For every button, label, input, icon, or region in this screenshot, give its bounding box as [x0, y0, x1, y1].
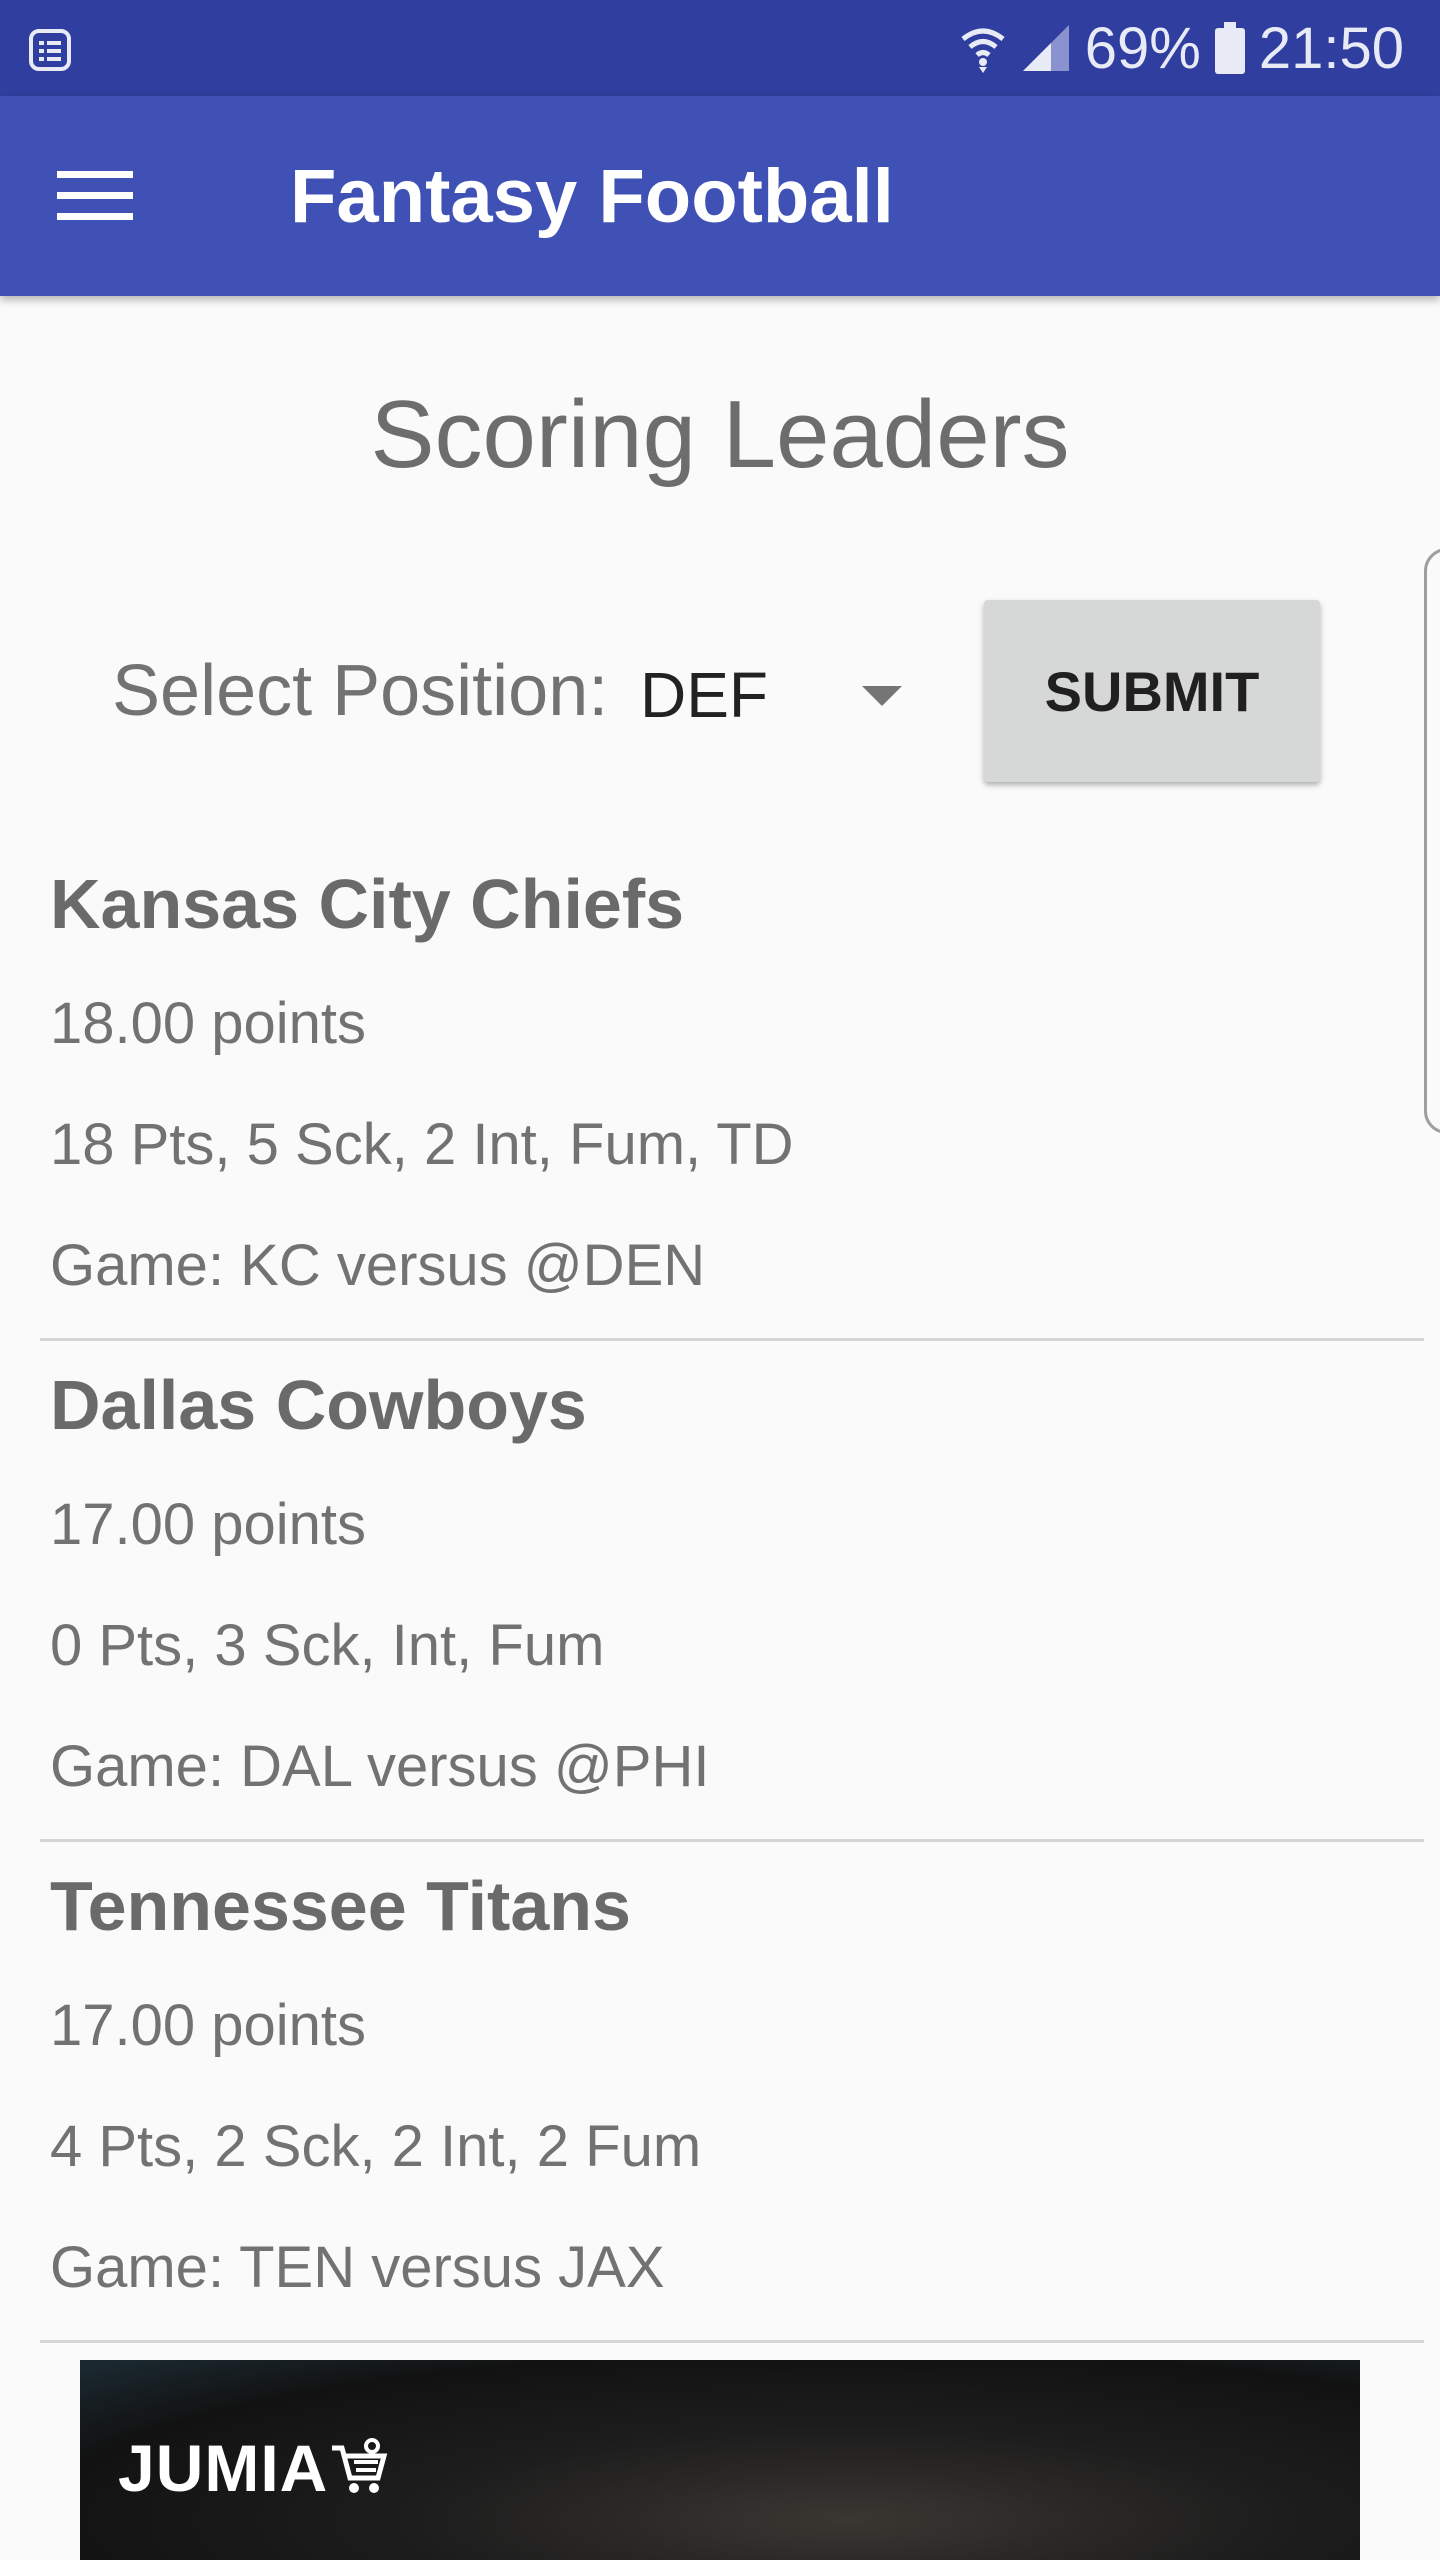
- clock: 21:50: [1258, 15, 1404, 81]
- edge-panel-handle[interactable]: [1424, 548, 1440, 1134]
- list-item[interactable]: Tennessee Titans 17.00 points 4 Pts, 2 S…: [40, 1842, 1424, 2343]
- list-item[interactable]: Kansas City Chiefs 18.00 points 18 Pts, …: [40, 840, 1424, 1341]
- leader-list: Kansas City Chiefs 18.00 points 18 Pts, …: [40, 840, 1424, 2343]
- battery-text: 69%: [1084, 15, 1201, 81]
- ad-banner[interactable]: JUMIA: [80, 2360, 1360, 2560]
- team-points: 17.00 points: [50, 1492, 367, 1557]
- notification-icon: [28, 28, 72, 72]
- team-name: Tennessee Titans: [50, 1867, 631, 1945]
- shopping-cart-icon: [332, 2438, 388, 2493]
- submit-button[interactable]: SUBMIT: [984, 600, 1320, 782]
- team-game: Game: KC versus @DEN: [50, 1233, 706, 1298]
- team-stats: 0 Pts, 3 Sck, Int, Fum: [50, 1613, 605, 1678]
- position-dropdown-value: DEF: [640, 659, 768, 731]
- team-game: Game: TEN versus JAX: [50, 2235, 665, 2300]
- team-stats: 18 Pts, 5 Sck, 2 Int, Fum, TD: [50, 1112, 794, 1177]
- wifi-icon: [959, 23, 1007, 73]
- team-name: Kansas City Chiefs: [50, 865, 685, 943]
- list-item[interactable]: Dallas Cowboys 17.00 points 0 Pts, 3 Sck…: [40, 1341, 1424, 1842]
- team-game: Game: DAL versus @PHI: [50, 1734, 710, 1799]
- position-label: Select Position:: [112, 651, 609, 731]
- position-dropdown[interactable]: DEF: [630, 640, 920, 750]
- team-name: Dallas Cowboys: [50, 1366, 587, 1444]
- team-stats: 4 Pts, 2 Sck, 2 Int, 2 Fum: [50, 2114, 702, 2179]
- battery-icon: [1214, 22, 1245, 74]
- status-bar: 69% 21:50: [0, 0, 1440, 96]
- chevron-down-icon: [862, 686, 902, 706]
- menu-icon: [57, 171, 133, 220]
- ad-logo: JUMIA: [118, 2430, 388, 2506]
- app-bar: Fantasy Football: [0, 96, 1440, 296]
- menu-button[interactable]: [42, 146, 148, 246]
- ad-brand-text: JUMIA: [118, 2431, 329, 2505]
- team-points: 18.00 points: [50, 991, 367, 1056]
- page-title: Scoring Leaders: [370, 381, 1070, 488]
- team-points: 17.00 points: [50, 1993, 367, 2058]
- app-title: Fantasy Football: [290, 153, 894, 239]
- signal-icon: [1021, 23, 1071, 73]
